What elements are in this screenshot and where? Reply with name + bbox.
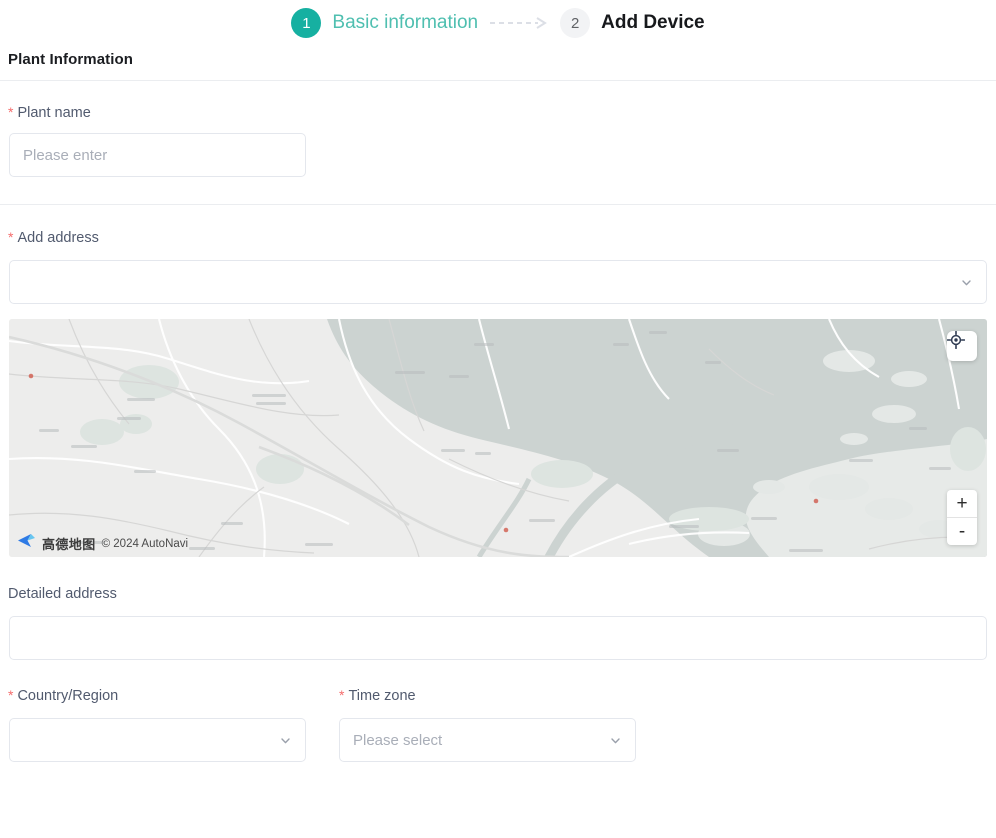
step-2-number: 2 [570,14,580,32]
plant-name-label: * Plant name [0,105,996,121]
time-zone-placeholder: Please select [353,731,443,749]
step-1-label: Basic information [332,12,479,33]
map-attribution: 高德地图 © 2024 AutoNavi [18,534,188,553]
section-title-plant-information: Plant Information [8,51,134,68]
chevron-down-icon[interactable] [960,276,973,289]
chevron-down-icon[interactable] [279,734,292,747]
country-region-select[interactable] [9,718,306,762]
time-zone-select[interactable]: Please select [339,718,636,762]
location-map[interactable]: + - 高德地图 © 2024 AutoNavi [9,319,987,557]
country-region-label-text: Country/Region [17,688,119,704]
detailed-address-label-text: Detailed address [8,586,117,602]
country-region-label: * Country/Region [0,688,339,704]
chevron-down-icon[interactable] [609,734,622,747]
time-zone-label: * Time zone [339,688,636,704]
add-address-label: * Add address [0,230,996,246]
required-asterisk: * [8,104,14,120]
field-plant-name: * Plant name Please enter [0,81,996,177]
map-copyright: © 2024 AutoNavi [101,537,189,550]
required-asterisk: * [8,229,14,245]
field-add-address: * Add address [0,205,996,304]
add-plant-page: 1 Basic information 2 Add Device Plant I… [0,0,996,838]
field-country-region: * Country/Region [0,688,339,762]
wizard-stepper: 1 Basic information 2 Add Device [0,0,996,42]
add-address-label-text: Add address [17,230,99,246]
required-asterisk: * [8,687,14,703]
step-2-number-badge: 2 [560,8,591,38]
step-basic-information[interactable]: 1 Basic information [291,8,478,38]
country-timezone-row: * Country/Region * Time zone Please sele… [0,660,996,762]
field-time-zone: * Time zone Please select [339,688,636,762]
step-2-label: Add Device [601,12,705,33]
detailed-address-input[interactable] [9,616,987,660]
plant-name-input[interactable]: Please enter [9,133,306,177]
required-asterisk: * [339,687,345,703]
step-add-device[interactable]: 2 Add Device [560,8,705,38]
time-zone-label-text: Time zone [348,688,416,704]
crosshair-locate-icon[interactable] [947,331,977,361]
map-zoom-controls: + - [947,490,977,545]
add-address-select[interactable] [9,260,987,304]
step-1-number-badge: 1 [291,8,322,38]
map-provider-name: 高德地图 [42,538,96,553]
step-1-number: 1 [302,14,311,32]
plant-name-placeholder: Please enter [23,146,108,164]
dashed-arrow-right-icon [490,16,550,30]
plant-name-label-text: Plant name [17,105,91,121]
map-zoom-in-button[interactable]: + [947,490,977,517]
map-zoom-out-button[interactable]: - [947,518,977,545]
field-detailed-address: Detailed address [0,557,996,660]
autonavi-arrow-logo-icon [18,534,36,550]
detailed-address-label: Detailed address [0,586,996,602]
